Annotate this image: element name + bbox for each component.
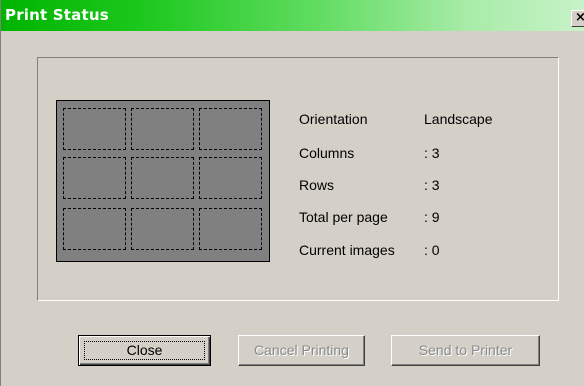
current-images-label: Current images [299, 242, 395, 258]
total-per-page-value: : 9 [424, 209, 440, 225]
focus-rectangle [84, 341, 205, 360]
columns-label: Columns [299, 145, 355, 161]
total-per-page-label: Total per page [299, 209, 388, 225]
close-button[interactable]: Close [78, 335, 211, 366]
preview-cell [63, 208, 126, 250]
cancel-printing-button[interactable]: Cancel Printing [238, 335, 365, 366]
preview-cell [131, 108, 194, 150]
rows-value: : 3 [424, 177, 440, 193]
preview-cell [63, 157, 126, 199]
preview-cell [199, 208, 262, 250]
orientation-value: Landscape [424, 111, 493, 127]
preview-cell [199, 157, 262, 199]
dialog-title: Print Status [5, 6, 109, 24]
preview-cell [63, 108, 126, 150]
send-to-printer-button[interactable]: Send to Printer [391, 335, 540, 366]
print-status-dialog: Print Status × Orientation Landscape Col… [0, 0, 584, 386]
preview-cell [199, 108, 262, 150]
columns-value: : 3 [424, 145, 440, 161]
preview-cell [131, 157, 194, 199]
page-layout-preview [56, 100, 270, 262]
preview-cell [131, 208, 194, 250]
current-images-value: : 0 [424, 242, 440, 258]
close-icon[interactable]: × [571, 10, 584, 27]
orientation-label: Orientation [299, 111, 368, 127]
title-bar[interactable]: Print Status [1, 0, 584, 31]
rows-label: Rows [299, 177, 335, 193]
